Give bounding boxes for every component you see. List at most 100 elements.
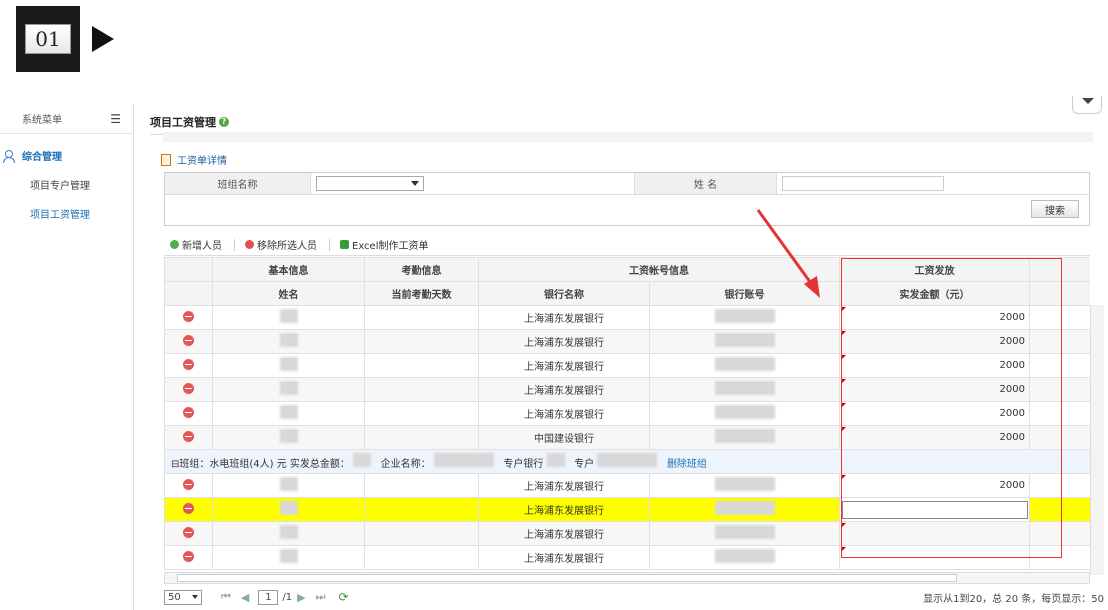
toolbar: 新增人员 移除所选人员 Excel制作工资单 bbox=[164, 234, 1090, 256]
toolbar-divider bbox=[329, 238, 330, 251]
bank-cell: 中国建设银行 bbox=[478, 425, 650, 450]
group-header-account: 工资帐号信息 bbox=[478, 257, 840, 282]
remove-row-icon[interactable] bbox=[183, 526, 194, 538]
excel-payroll-button[interactable]: Excel制作工资单 bbox=[340, 237, 429, 252]
refresh-icon[interactable]: ⟳ bbox=[338, 590, 348, 604]
obscured-account bbox=[714, 405, 775, 419]
first-page-icon[interactable]: ⏮ bbox=[221, 590, 231, 604]
days-cell[interactable] bbox=[364, 473, 479, 498]
days-cell[interactable] bbox=[364, 545, 479, 570]
bank-cell: 上海浦东发展银行 bbox=[478, 497, 650, 522]
remove-icon bbox=[245, 240, 254, 249]
remove-row-icon[interactable] bbox=[183, 430, 194, 442]
help-icon[interactable]: ? bbox=[219, 117, 229, 127]
sidebar: 系统菜单 ☰ 综合管理 项目专户管理 项目工资管理 bbox=[0, 104, 134, 610]
remove-row-icon[interactable] bbox=[183, 382, 194, 394]
column-header-days[interactable]: 当前考勤天数 bbox=[364, 281, 479, 306]
pagination-info: 显示从1到20，总 20 条，每页显示：50 bbox=[923, 593, 1104, 605]
bank-cell: 上海浦东发展银行 bbox=[478, 329, 650, 354]
page-title-text: 项目工资管理 bbox=[150, 116, 216, 129]
team-total-label: 实发总金额： bbox=[289, 459, 350, 470]
days-cell[interactable] bbox=[364, 329, 479, 354]
remove-selected-button[interactable]: 移除所选人员 bbox=[245, 237, 317, 252]
total-pages: /1 bbox=[282, 591, 293, 603]
days-cell[interactable] bbox=[364, 425, 479, 450]
page-size-select[interactable]: 50 bbox=[164, 589, 202, 605]
obscured-account bbox=[714, 429, 775, 443]
excel-payroll-label: Excel制作工资单 bbox=[352, 241, 429, 252]
next-page-icon[interactable]: ▶ bbox=[297, 591, 305, 604]
sidebar-group-general[interactable]: 综合管理 bbox=[0, 148, 133, 163]
page-number-input[interactable]: 1 bbox=[258, 589, 279, 605]
sidebar-item-project-account[interactable]: 项目专户管理 bbox=[0, 177, 133, 192]
sidebar-toggle-icon[interactable]: ☰ bbox=[110, 112, 121, 126]
obscured-bank bbox=[546, 453, 565, 467]
obscured-info-row bbox=[163, 132, 1093, 142]
delete-team-link[interactable]: 删除班组 bbox=[667, 459, 707, 470]
remove-row-icon[interactable] bbox=[183, 406, 194, 418]
group-header-attendance: 考勤信息 bbox=[364, 257, 479, 282]
days-cell[interactable] bbox=[364, 353, 479, 378]
scrollbar-thumb[interactable] bbox=[177, 574, 957, 582]
sidebar-header: 系统菜单 ☰ bbox=[0, 104, 133, 134]
obscured-name bbox=[279, 549, 298, 563]
sidebar-title: 系统菜单 bbox=[22, 115, 62, 126]
remove-row-icon[interactable] bbox=[183, 310, 194, 322]
days-cell[interactable] bbox=[364, 497, 479, 522]
horizontal-scrollbar[interactable] bbox=[164, 572, 1090, 584]
bank-cell: 上海浦东发展银行 bbox=[478, 521, 650, 546]
days-cell[interactable] bbox=[364, 377, 479, 402]
obscured-total bbox=[353, 453, 372, 467]
column-header-bank[interactable]: 银行名称 bbox=[478, 281, 650, 306]
obscured-name bbox=[279, 333, 298, 347]
obscured-name bbox=[279, 357, 298, 371]
add-icon bbox=[170, 240, 179, 249]
prev-page-icon[interactable]: ◀ bbox=[241, 591, 249, 604]
user-icon bbox=[2, 149, 15, 163]
account-bank-label: 专户银行 bbox=[503, 459, 544, 470]
team-group-label[interactable]: ⊟班组：水电班组(4人) 元 bbox=[171, 459, 287, 470]
bank-cell: 上海浦东发展银行 bbox=[478, 401, 650, 426]
remove-row-icon[interactable] bbox=[183, 358, 194, 370]
bank-cell: 上海浦东发展银行 bbox=[478, 353, 650, 378]
obscured-company bbox=[433, 453, 494, 467]
obscured-name bbox=[279, 309, 298, 323]
obscured-name bbox=[279, 501, 298, 515]
search-panel: 班组名称 姓 名 搜索 bbox=[164, 172, 1090, 226]
obscured-account bbox=[714, 309, 775, 323]
account-label: 专户 bbox=[574, 459, 595, 470]
obscured-account bbox=[714, 525, 775, 539]
excel-icon bbox=[340, 240, 349, 249]
obscured-account bbox=[714, 381, 775, 395]
page-title: 项目工资管理 ? bbox=[150, 114, 229, 130]
sidebar-item-project-wage[interactable]: 项目工资管理 bbox=[0, 206, 133, 221]
search-button[interactable]: 搜索 bbox=[1031, 200, 1079, 218]
days-cell[interactable] bbox=[364, 521, 479, 546]
bank-cell: 上海浦东发展银行 bbox=[478, 377, 650, 402]
remove-row-icon[interactable] bbox=[183, 502, 194, 514]
team-select[interactable] bbox=[316, 176, 424, 191]
obscured-account-no bbox=[597, 453, 658, 467]
company-label: 企业名称： bbox=[380, 459, 431, 470]
play-arrow-icon bbox=[92, 26, 114, 52]
days-cell[interactable] bbox=[364, 305, 479, 330]
last-page-icon[interactable]: ⏭ bbox=[316, 590, 326, 604]
sidebar-group-label: 综合管理 bbox=[22, 152, 62, 163]
remove-row-icon[interactable] bbox=[183, 550, 194, 562]
step-badge: 01 bbox=[16, 6, 80, 72]
detail-header-label: 工资单详情 bbox=[177, 156, 227, 167]
column-header-name[interactable]: 姓名 bbox=[212, 281, 365, 306]
remove-row-icon[interactable] bbox=[183, 478, 194, 490]
vertical-scrollbar[interactable] bbox=[1090, 305, 1104, 575]
remove-row-icon[interactable] bbox=[183, 334, 194, 346]
name-input[interactable] bbox=[782, 176, 944, 191]
column-header-account[interactable]: 银行账号 bbox=[649, 281, 840, 306]
bank-cell: 上海浦东发展银行 bbox=[478, 473, 650, 498]
days-cell[interactable] bbox=[364, 401, 479, 426]
toolbar-divider bbox=[234, 238, 235, 251]
obscured-account bbox=[714, 357, 775, 371]
column-header-empty bbox=[164, 281, 213, 306]
add-person-button[interactable]: 新增人员 bbox=[170, 237, 222, 252]
obscured-name bbox=[279, 429, 298, 443]
group-header-empty bbox=[164, 257, 213, 282]
